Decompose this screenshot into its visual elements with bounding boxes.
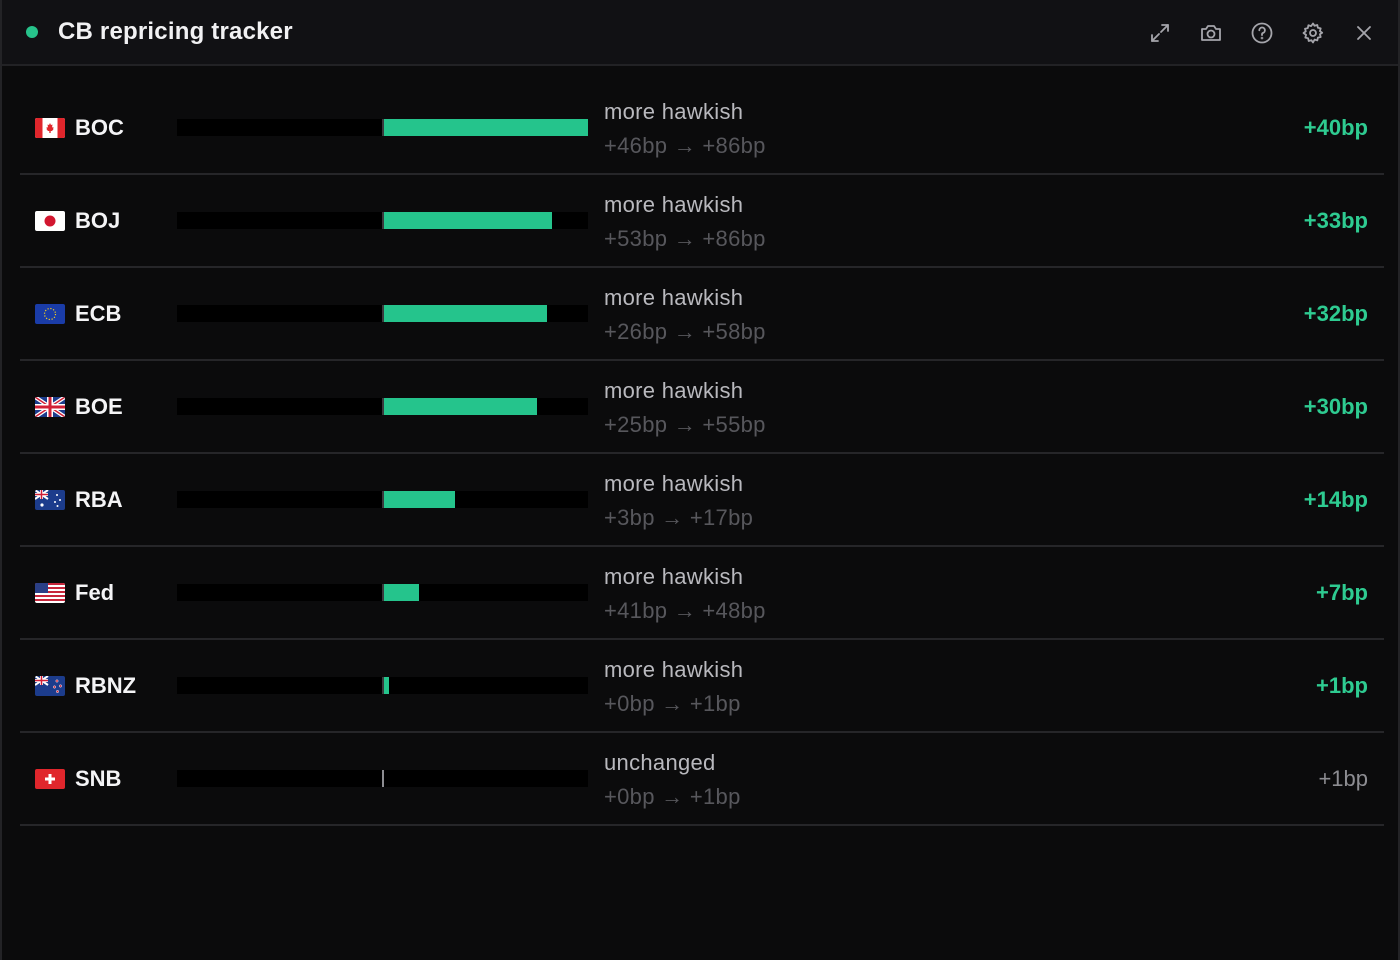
repricing-bar: [383, 212, 552, 229]
pricing-range: +0bp → +1bp: [604, 691, 741, 716]
camera-icon: [1201, 25, 1221, 41]
pricing-range: +3bp → +17bp: [604, 505, 754, 530]
canada-flag-icon: [35, 118, 65, 138]
zero-marker: [382, 119, 384, 136]
settings-button[interactable]: [1295, 15, 1331, 51]
repricing-change: +14bp: [1303, 487, 1368, 512]
repricing-change: +32bp: [1303, 301, 1368, 326]
repricing-status: unchanged: [604, 750, 716, 775]
bank-row-boj[interactable]: BOJ more hawkish +53bp → +86bp +33bp: [20, 175, 1384, 268]
bank-row-boc[interactable]: BOC more hawkish +46bp → +86bp +40bp: [20, 82, 1384, 175]
repricing-change: +33bp: [1303, 208, 1368, 233]
repricing-change: +30bp: [1303, 394, 1368, 419]
pricing-range: +25bp → +55bp: [604, 412, 766, 437]
repricing-status: more hawkish: [604, 285, 744, 310]
close-button[interactable]: [1346, 15, 1382, 51]
switzerland-flag-icon: [35, 769, 65, 789]
bank-row-ecb[interactable]: ECB more hawkish +26bp → +58bp +32bp: [20, 268, 1384, 361]
gear-icon: [1302, 22, 1324, 44]
repricing-change: +7bp: [1316, 580, 1368, 605]
repricing-status: more hawkish: [604, 564, 744, 589]
pricing-range: +41bp → +48bp: [604, 598, 766, 623]
repricing-status: more hawkish: [604, 471, 744, 496]
help-button[interactable]: [1244, 15, 1280, 51]
pricing-range: +0bp → +1bp: [604, 784, 741, 809]
bank-row-fed[interactable]: Fed more hawkish +41bp → +48bp +7bp: [20, 547, 1384, 640]
zero-marker: [382, 398, 384, 415]
japan-flag-icon: [35, 211, 65, 231]
bank-row-boe[interactable]: BOE more hawkish +25bp → +55bp +30bp: [20, 361, 1384, 454]
zero-marker: [382, 677, 384, 694]
pricing-range: +53bp → +86bp: [604, 226, 766, 251]
bank-code: RBNZ: [75, 673, 137, 698]
window-header: CB repricing tracker: [2, 0, 1398, 66]
central-bank-list: BOC more hawkish +46bp → +86bp +40bp BOJ more…: [20, 82, 1384, 826]
header-actions: [1142, 15, 1382, 51]
repricing-bar: [383, 305, 547, 322]
repricing-bar-track: [177, 677, 588, 694]
zero-marker: [382, 305, 384, 322]
repricing-bar-track: [177, 584, 588, 601]
bank-code: RBA: [75, 487, 123, 512]
repricing-bar: [383, 398, 537, 415]
zero-marker: [382, 212, 384, 229]
zero-marker: [382, 491, 384, 508]
bank-code: Fed: [75, 580, 115, 605]
window-title: CB repricing tracker: [58, 18, 293, 45]
screenshot-button[interactable]: [1193, 15, 1229, 51]
bank-row-snb[interactable]: SNB unchanged +0bp → +1bp +1bp: [20, 733, 1384, 826]
australia-flag-icon: [35, 490, 65, 510]
repricing-bar: [383, 491, 455, 508]
bank-row-rba[interactable]: RBA more hawkish +3bp → +17bp +14bp: [20, 454, 1384, 547]
eu-flag-icon: [35, 304, 65, 324]
repricing-bar: [383, 119, 588, 136]
bank-code: BOJ: [75, 208, 121, 233]
repricing-change: +1bp: [1316, 673, 1368, 698]
bank-code: SNB: [75, 766, 122, 791]
repricing-bar-track: [177, 119, 588, 136]
repricing-bar: [383, 584, 419, 601]
repricing-bar-track: [177, 212, 588, 229]
repricing-change: +1bp: [1318, 766, 1368, 791]
repricing-status: more hawkish: [604, 657, 744, 682]
us-flag-icon: [35, 583, 65, 603]
repricing-bar-track: [177, 770, 588, 787]
repricing-status: more hawkish: [604, 99, 744, 124]
pricing-range: +26bp → +58bp: [604, 319, 766, 344]
repricing-bar-track: [177, 305, 588, 322]
repricing-change: +40bp: [1303, 115, 1368, 140]
uk-flag-icon: [35, 397, 65, 417]
status-dot: [26, 26, 38, 38]
close-icon: [1357, 26, 1371, 40]
repricing-tracker-window: CB repricing tracker BOC more hawkish +46b…: [0, 0, 1400, 960]
zero-marker: [382, 584, 384, 601]
repricing-bar-track: [177, 491, 588, 508]
expand-icon: [1151, 24, 1169, 42]
repricing-bar-track: [177, 398, 588, 415]
nz-flag-icon: [35, 676, 65, 696]
zero-marker: [382, 770, 384, 787]
bank-row-rbnz[interactable]: RBNZ more hawkish +0bp → +1bp +1bp: [20, 640, 1384, 733]
repricing-status: more hawkish: [604, 378, 744, 403]
help-icon: [1251, 22, 1273, 44]
bank-code: BOC: [75, 115, 124, 140]
repricing-status: more hawkish: [604, 192, 744, 217]
bank-code: ECB: [75, 301, 122, 326]
bank-code: BOE: [75, 394, 123, 419]
expand-button[interactable]: [1142, 15, 1178, 51]
pricing-range: +46bp → +86bp: [604, 133, 766, 158]
